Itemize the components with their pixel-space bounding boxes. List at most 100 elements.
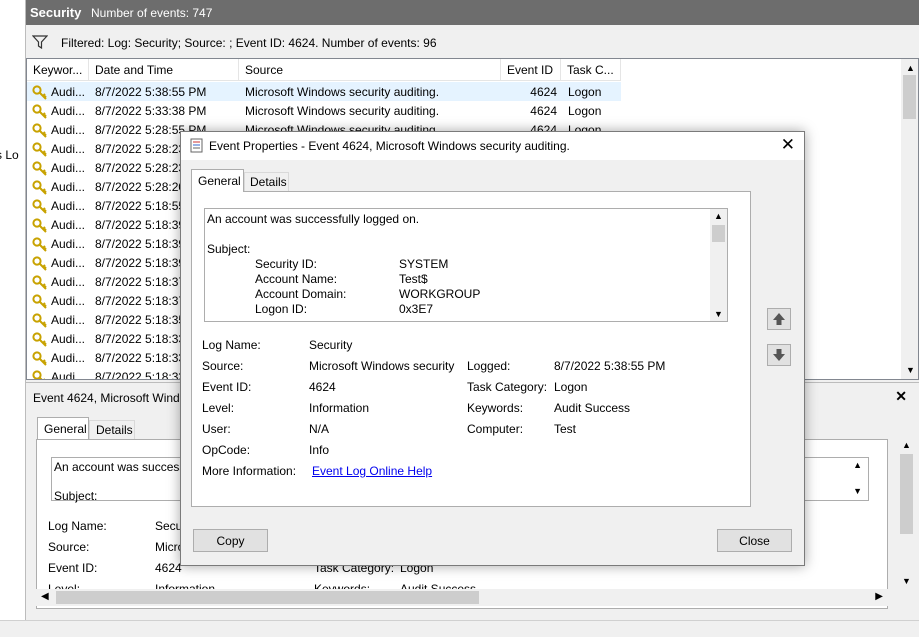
log-title: Security <box>30 5 82 20</box>
console-tree-edge: s Lo <box>0 0 26 620</box>
cell-keywords: Audi... <box>51 294 86 308</box>
event-count: Number of events: 747 <box>91 6 213 20</box>
preview-label-log-name: Log Name: <box>48 519 107 533</box>
cell-date-time: 8/7/2022 5:33:38 PM <box>95 104 207 118</box>
dialog-title: Event Properties - Event 4624, Microsoft… <box>209 139 570 153</box>
cell-keywords: Audi... <box>51 180 86 194</box>
preview-label-source: Source: <box>48 540 90 554</box>
label-level: Level: <box>202 401 235 415</box>
preview-scroll-down-icon[interactable]: ▼ <box>902 576 911 586</box>
column-header-task-category[interactable]: Task C... <box>561 59 621 81</box>
column-header-event-id[interactable]: Event ID <box>501 59 561 81</box>
cell-keywords: Audi... <box>51 85 86 99</box>
audit-success-key-icon <box>32 179 48 195</box>
value-source: Microsoft Windows security <box>309 359 455 373</box>
console-tree-partial-label: s Lo <box>0 148 19 162</box>
desc-value-account-name: Test$ <box>399 272 428 286</box>
audit-success-key-icon <box>32 103 48 119</box>
cell-task-category: Logon <box>568 104 602 118</box>
scroll-up-icon[interactable]: ▲ <box>906 63 915 73</box>
audit-success-key-icon <box>32 350 48 366</box>
next-event-button[interactable] <box>767 344 791 366</box>
column-header-date[interactable]: Date and Time <box>89 59 239 81</box>
preview-scroll-right-icon[interactable]: ▶ <box>875 591 883 602</box>
table-row[interactable]: Audi... 8/7/2022 5:38:55 PM Microsoft Wind… <box>27 82 621 101</box>
value-opcode: Info <box>309 443 330 457</box>
description-scrollbar[interactable]: ▲ ▼ <box>710 209 727 321</box>
close-button[interactable]: Close <box>717 529 792 552</box>
event-properties-dialog: Event Properties - Event 4624, Microsoft… <box>180 131 805 566</box>
preview-scroll-up-icon[interactable]: ▲ <box>902 440 911 450</box>
cell-event-id: 4624 <box>530 85 557 99</box>
audit-success-key-icon <box>32 293 48 309</box>
value-task-category: Logon <box>554 380 588 394</box>
cell-keywords: Audi... <box>51 275 86 289</box>
tab-details[interactable]: Details <box>244 172 289 192</box>
value-level: Information <box>309 401 370 415</box>
event-properties-icon <box>190 138 203 153</box>
dialog-close-icon[interactable]: ✕ <box>781 135 795 155</box>
label-event-id: Event ID: <box>202 380 252 394</box>
desc-value-logon-id: 0x3E7 <box>399 302 434 316</box>
cell-source: Microsoft Windows security auditing. <box>245 104 440 118</box>
preview-tab-details[interactable]: Details <box>89 420 135 439</box>
label-more-information: More Information: <box>202 464 297 478</box>
desc-label-account-domain: Account Domain: <box>255 287 347 301</box>
cell-keywords: Audi... <box>51 142 86 156</box>
log-header: Security Number of events: 747 <box>26 0 919 25</box>
event-log-online-help-link[interactable]: Event Log Online Help <box>312 464 432 478</box>
desc-scroll-up-icon[interactable]: ▲ <box>714 211 723 221</box>
desc-scroll-thumb[interactable] <box>712 225 725 242</box>
arrow-up-icon <box>773 313 785 325</box>
cell-keywords: Audi... <box>51 370 86 380</box>
desc-label-logon-id: Logon ID: <box>255 302 308 316</box>
label-opcode: OpCode: <box>202 443 251 457</box>
cell-keywords: Audi... <box>51 218 86 232</box>
tab-general[interactable]: General <box>191 169 244 192</box>
value-event-id: 4624 <box>309 380 336 394</box>
scroll-down-icon[interactable]: ▼ <box>906 365 915 375</box>
table-row[interactable]: Audi... 8/7/2022 5:33:38 PM Microsoft Wind… <box>27 101 621 120</box>
scroll-thumb[interactable] <box>903 75 916 119</box>
cell-keywords: Audi... <box>51 351 86 365</box>
event-list-scrollbar[interactable]: ▲ ▼ <box>901 59 918 379</box>
preview-hscroll-thumb[interactable] <box>56 591 479 604</box>
cell-keywords: Audi... <box>51 161 86 175</box>
status-bar <box>0 620 919 637</box>
desc-value-security-id: SYSTEM <box>399 257 449 271</box>
preview-horizontal-scrollbar[interactable]: ◀ ▶ <box>36 589 888 606</box>
audit-success-key-icon <box>32 141 48 157</box>
preview-vertical-scrollbar[interactable]: ▲ ▼ <box>898 438 915 588</box>
label-task-category: Task Category: <box>467 380 548 394</box>
value-keywords: Audit Success <box>554 401 631 415</box>
cell-date-time: 8/7/2022 5:38:55 PM <box>95 85 207 99</box>
column-header-source[interactable]: Source <box>239 59 501 81</box>
label-computer: Computer: <box>467 422 524 436</box>
preview-desc-subject: Subject: <box>54 489 98 503</box>
label-source: Source: <box>202 359 244 373</box>
value-log-name: Security <box>309 338 353 352</box>
cell-keywords: Audi... <box>51 313 86 327</box>
preview-desc-scroll-down-icon[interactable]: ▼ <box>853 486 862 496</box>
event-description-box[interactable]: An account was successfully logged on. S… <box>204 208 728 322</box>
desc-scroll-down-icon[interactable]: ▼ <box>714 309 723 319</box>
copy-button[interactable]: Copy <box>193 529 268 552</box>
column-header-keywords[interactable]: Keywor... <box>27 59 89 81</box>
cell-keywords: Audi... <box>51 123 86 137</box>
previous-event-button[interactable] <box>767 308 791 330</box>
preview-desc-scroll-up-icon[interactable]: ▲ <box>853 460 862 470</box>
dialog-titlebar[interactable]: Event Properties - Event 4624, Microsoft… <box>181 132 804 160</box>
audit-success-key-icon <box>32 312 48 328</box>
audit-success-key-icon <box>32 217 48 233</box>
cell-source: Microsoft Windows security auditing. <box>245 85 440 99</box>
audit-success-key-icon <box>32 331 48 347</box>
preview-tab-general[interactable]: General <box>37 417 89 439</box>
audit-success-key-icon <box>32 84 48 100</box>
preview-scroll-left-icon[interactable]: ◀ <box>41 591 49 602</box>
cell-task-category: Logon <box>568 85 602 99</box>
close-preview-icon[interactable]: ✕ <box>895 388 907 405</box>
audit-success-key-icon <box>32 236 48 252</box>
audit-success-key-icon <box>32 160 48 176</box>
preview-scroll-thumb[interactable] <box>900 454 913 534</box>
value-logged: 8/7/2022 5:38:55 PM <box>554 359 666 373</box>
